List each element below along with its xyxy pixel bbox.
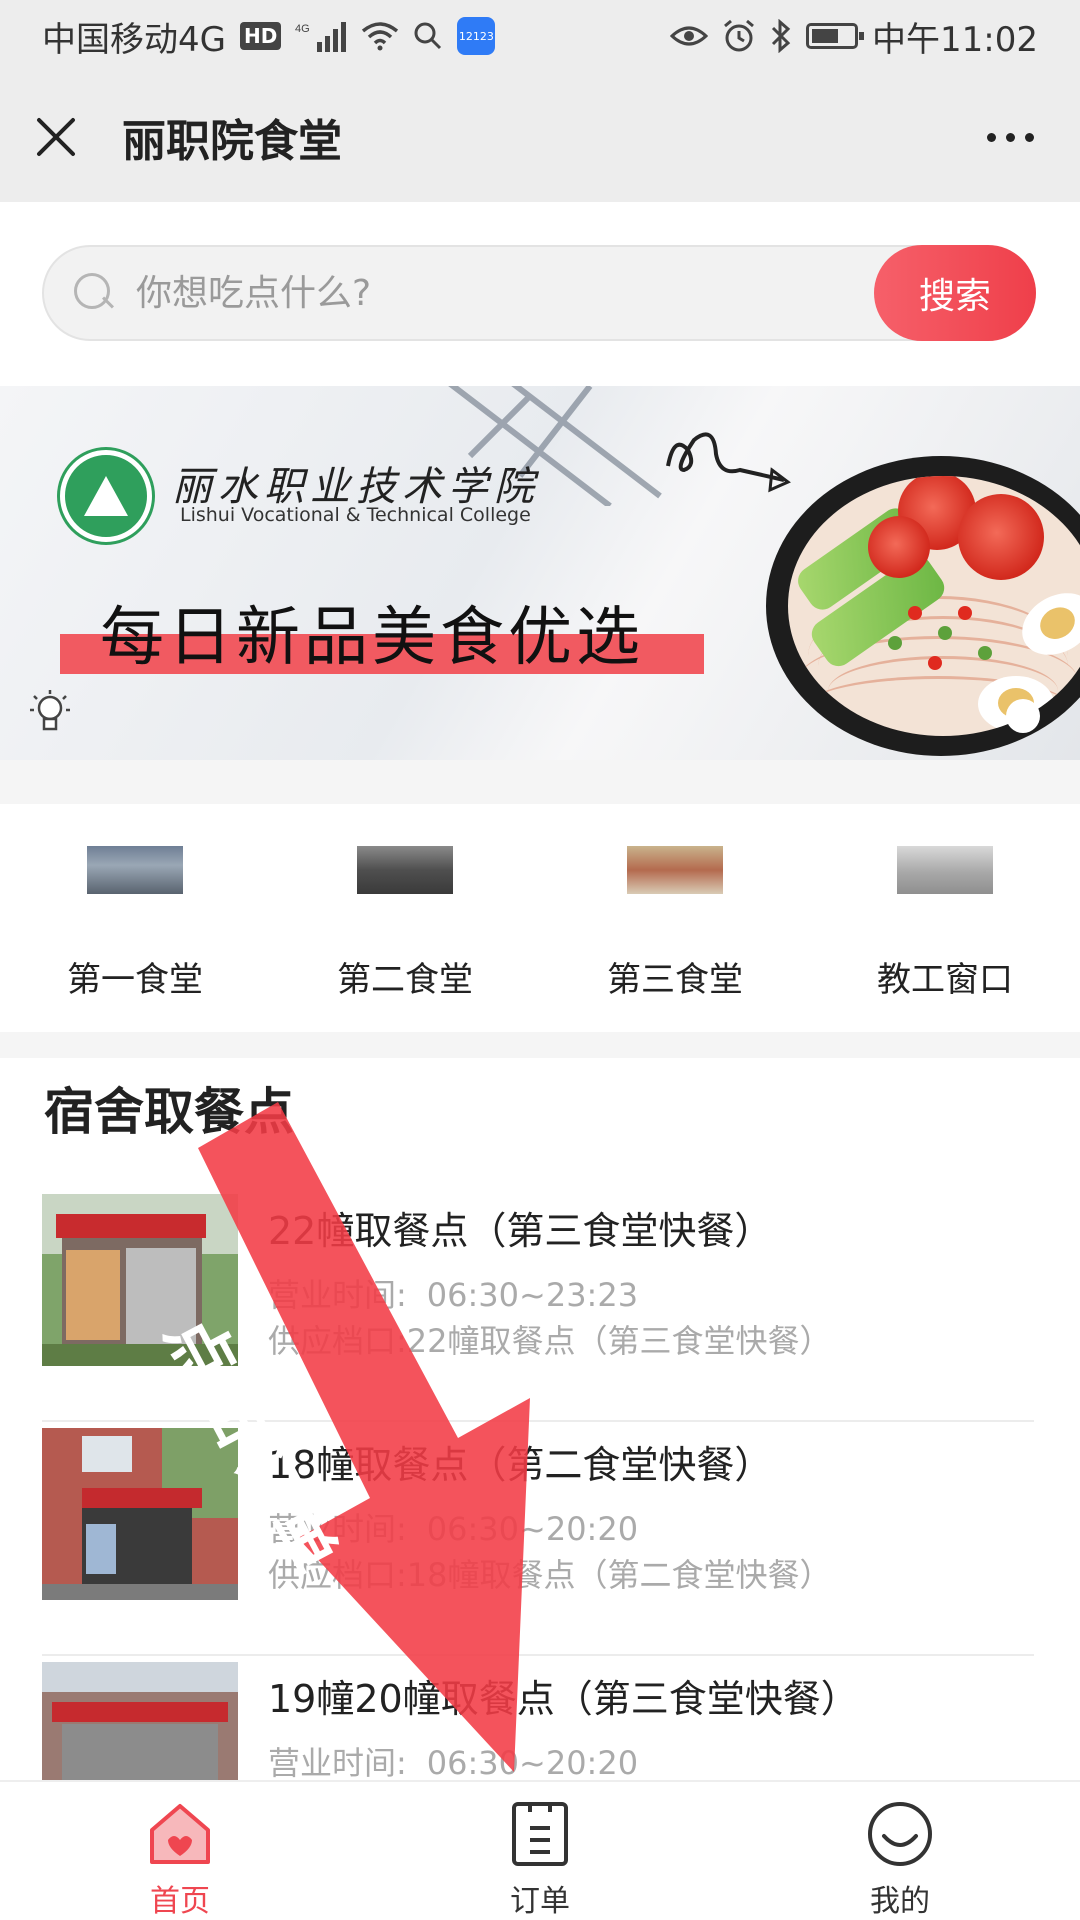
search-input[interactable]: [136, 272, 874, 314]
hd-badge: HD: [239, 22, 282, 50]
pickup-name: 18幢取餐点（第二食堂快餐）: [268, 1443, 773, 1487]
lightbulb-icon: [30, 690, 70, 731]
close-button[interactable]: [34, 115, 78, 159]
canteen-thumbnail: [897, 846, 993, 894]
search-icon: [74, 273, 114, 313]
hours-value: 06:30~20:20: [426, 1744, 639, 1782]
pickup-window: 供应档口:22幢取餐点（第三食堂快餐）: [268, 1316, 832, 1362]
pickup-hours: 营业时间: 06:30~23:23: [268, 1270, 638, 1316]
college-name-en: Lishui Vocational & Technical College: [180, 504, 531, 526]
section-divider: [0, 760, 1080, 804]
promo-banner[interactable]: 丽水职业技术学院 Lishui Vocational & Technical C…: [0, 386, 1080, 760]
tab-profile[interactable]: 我的: [720, 1782, 1080, 1920]
eye-icon: [670, 26, 709, 46]
canteen-thumbnail: [357, 846, 453, 894]
section-title: 宿舍取餐点: [44, 1083, 294, 1141]
tab-home[interactable]: 首页: [0, 1782, 360, 1920]
hours-label: 营业时间:: [268, 1744, 407, 1782]
carrier-text: 中国移动4G: [42, 19, 226, 60]
pickup-name: 19幢20幢取餐点（第三食堂快餐）: [268, 1677, 859, 1721]
search-bar: 搜索: [42, 245, 1036, 341]
tab-label: 首页: [150, 1884, 210, 1919]
canteen-item-third[interactable]: 第三食堂: [540, 804, 810, 1032]
canteen-item-staff[interactable]: 教工窗口: [810, 804, 1080, 1032]
canteen-label: 第一食堂: [67, 960, 203, 1000]
pickup-item[interactable]: 18幢取餐点（第二食堂快餐） 营业时间: 06:30~20:20 供应档口:18幢…: [42, 1422, 1034, 1656]
signal-icon: 4G: [295, 22, 347, 52]
more-dot-icon: [987, 132, 996, 142]
more-dot-icon: [1025, 132, 1034, 142]
bottom-tab-bar: 首页 订单 我的: [0, 1780, 1080, 1920]
bowl-contents: [788, 476, 1080, 736]
section-divider: [0, 1032, 1080, 1058]
status-bar: 中国移动4G HD 4G 12123 中午11:02: [0, 0, 1080, 72]
home-icon: [150, 1804, 210, 1864]
hours-value: 06:30~20:20: [426, 1510, 639, 1548]
squiggle-arrow-icon: [666, 432, 791, 493]
canteen-label: 第二食堂: [337, 960, 473, 1000]
battery-icon: [806, 23, 865, 49]
college-logo: [60, 450, 152, 542]
hours-value: 06:30~23:23: [426, 1276, 639, 1314]
canteen-label: 教工窗口: [877, 960, 1013, 1000]
title-bar: 丽职院食堂: [0, 72, 1080, 202]
order-icon: [512, 1802, 568, 1866]
canteen-item-second[interactable]: 第二食堂: [270, 804, 540, 1032]
tab-orders[interactable]: 订单: [360, 1782, 720, 1920]
bluetooth-icon: [771, 19, 791, 53]
page-title: 丽职院食堂: [122, 116, 342, 167]
hours-label: 营业时间:: [268, 1276, 407, 1314]
status-left: 中国移动4G HD 4G 12123: [42, 12, 496, 61]
profile-icon: [868, 1802, 932, 1866]
clock-text: 中午11:02: [872, 19, 1038, 60]
more-dot-icon: [1006, 132, 1015, 142]
tab-label: 我的: [870, 1884, 930, 1919]
canteen-nav: 第一食堂 第二食堂 第三食堂 教工窗口: [0, 804, 1080, 1032]
pickup-name: 22幢取餐点（第三食堂快餐）: [268, 1209, 773, 1253]
tab-label: 订单: [510, 1884, 570, 1919]
wifi-icon: [362, 22, 399, 51]
search-status-icon: [414, 22, 442, 50]
canteen-thumbnail: [87, 846, 183, 894]
window-value: 18幢取餐点（第二食堂快餐）: [406, 1556, 832, 1594]
svg-text:4G: 4G: [295, 23, 310, 35]
carousel-indicator[interactable]: [1006, 699, 1040, 733]
window-value: 22幢取餐点（第三食堂快餐）: [406, 1322, 832, 1360]
window-label: 供应档口:: [268, 1322, 407, 1360]
pickup-hours: 营业时间: 06:30~20:20: [268, 1738, 638, 1784]
search-button[interactable]: 搜索: [874, 245, 1036, 341]
banner-slogan: 每日新品美食优选: [100, 601, 644, 675]
canteen-item-first[interactable]: 第一食堂: [0, 804, 270, 1032]
canteen-label: 第三食堂: [607, 960, 743, 1000]
more-options-button[interactable]: [987, 132, 1034, 142]
app-notification-icon: 12123: [457, 17, 496, 55]
status-right: 中午11:02: [670, 12, 1038, 61]
canteen-thumbnail: [627, 846, 723, 894]
alarm-icon: [724, 19, 754, 52]
